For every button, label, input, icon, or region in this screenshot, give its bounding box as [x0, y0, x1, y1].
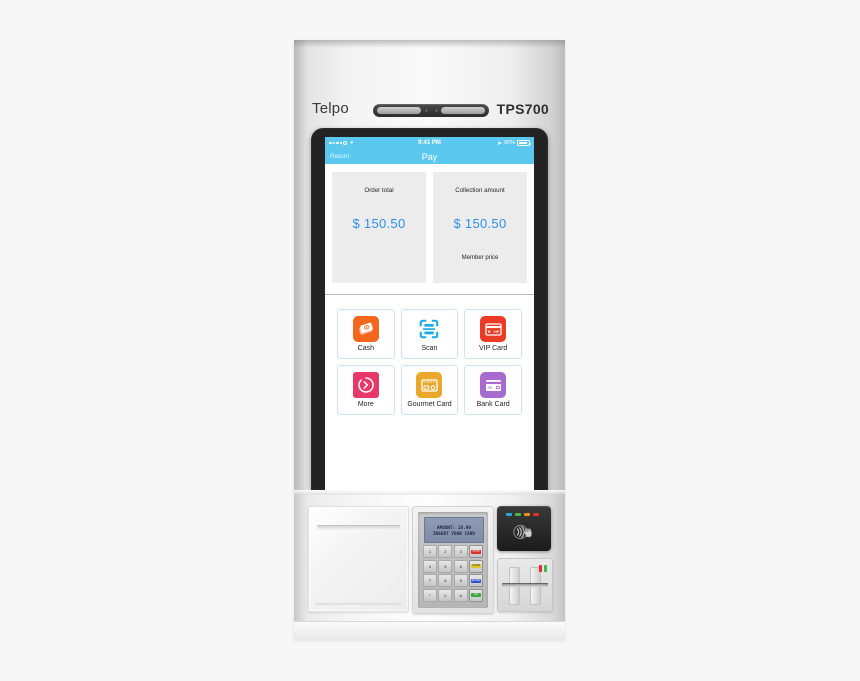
gourmet-card-icon: [416, 372, 443, 398]
page-title: Pay: [421, 151, 438, 162]
vip-card-icon: VIP: [480, 316, 507, 342]
payment-method-label: Scan: [421, 345, 438, 352]
contactless-nfc-reader[interactable]: [497, 506, 551, 551]
order-total-value: $ 150.50: [352, 216, 406, 231]
key-enter-label: ENTER: [471, 578, 481, 583]
key-stop-label: STOP: [471, 549, 481, 554]
pin-pad-lcd: AMOUNT: 18.99 INSERT YOUR CARD: [424, 517, 484, 543]
tablet-bezel: ◕ 9:41 PM ➤ 90% Return Pay Order total $…: [311, 128, 548, 518]
payment-method-cash[interactable]: Cash: [337, 309, 395, 359]
device-head-panel: Telpo TPS700 ◕ 9:41 PM ➤ 90% Return Pay …: [294, 40, 565, 518]
payment-method-grid: Cash Scan VIP VIP Card More Gourmet Card…: [325, 295, 534, 415]
key-8[interactable]: 8: [438, 574, 453, 587]
speaker-grille-left: [377, 107, 421, 114]
key-0[interactable]: 0: [438, 588, 453, 602]
key-1[interactable]: 1: [423, 545, 437, 558]
key-2[interactable]: 2: [438, 545, 453, 558]
receipt-printer-door[interactable]: [308, 506, 409, 612]
order-total-label: Order total: [364, 187, 394, 194]
payment-method-vip-card[interactable]: VIP VIP Card: [464, 309, 522, 359]
scan-qr-icon: [416, 316, 443, 342]
card-insert-slot: [502, 583, 548, 587]
payment-method-more[interactable]: More: [337, 365, 395, 415]
key-enter[interactable]: ENTER: [469, 574, 483, 587]
key-stop[interactable]: STOP: [469, 545, 483, 558]
light-sensor-icon: [435, 109, 438, 112]
bank-card-icon: [480, 372, 507, 398]
brand-logo: Telpo: [312, 100, 349, 117]
speaker-grille-right: [441, 107, 485, 114]
status-right-group: ➤ 90%: [496, 140, 531, 147]
location-arrow-icon: ➤: [496, 140, 502, 147]
contactless-hand-icon: [497, 522, 551, 547]
payment-method-scan[interactable]: Scan: [400, 309, 459, 359]
cash-banknotes-icon: [352, 316, 379, 342]
speaker-bar: [373, 104, 489, 117]
key-3[interactable]: 3: [453, 545, 468, 558]
battery-percent-label: 90%: [503, 140, 515, 146]
collection-amount-label: Collection amount: [455, 187, 505, 194]
payment-method-gourmet-card[interactable]: Gourmet Card: [400, 365, 459, 415]
pin-pad-face: AMOUNT: 18.99 INSERT YOUR CARD 1 2 3 STO…: [418, 512, 488, 608]
head-top-shadow: [294, 40, 565, 48]
key-5[interactable]: 5: [438, 559, 453, 573]
printer-door-lip: [315, 602, 402, 605]
order-total-card: Order total $ 150.50: [332, 172, 426, 283]
key-star[interactable]: *: [423, 588, 437, 602]
member-price-label: Member price: [461, 255, 499, 261]
svg-text:VIP: VIP: [493, 329, 499, 333]
tablet-screen: ◕ 9:41 PM ➤ 90% Return Pay Order total $…: [325, 137, 534, 501]
battery-icon: [517, 140, 531, 146]
nfc-led-green: [515, 513, 521, 516]
more-arrow-icon: [352, 372, 379, 398]
payment-method-label: Gourmet Card: [407, 401, 452, 408]
key-hash[interactable]: #: [453, 588, 468, 602]
reader-led-red: [539, 565, 542, 572]
key-6[interactable]: 6: [453, 559, 468, 573]
model-label: TPS700: [496, 101, 549, 117]
nfc-led-row: [506, 513, 539, 516]
collection-amount-card: Collection amount $ 150.50 Member price: [433, 172, 527, 283]
receipt-exit-slot: [317, 525, 400, 530]
nfc-led-blue: [506, 513, 512, 516]
device-lower-panel: AMOUNT: 18.99 INSERT YOUR CARD 1 2 3 STO…: [294, 490, 565, 640]
reader-led-green: [544, 565, 547, 572]
payment-method-label: VIP Card: [479, 345, 508, 352]
amount-panels: Order total $ 150.50 Collection amount $…: [325, 164, 534, 283]
payment-method-label: Cash: [357, 345, 374, 352]
key-ok[interactable]: OK: [469, 588, 483, 602]
payment-method-bank-card[interactable]: Bank Card: [464, 365, 522, 415]
nfc-led-red: [533, 513, 539, 516]
payment-method-label: Bank Card: [476, 401, 510, 408]
nfc-led-orange: [524, 513, 530, 516]
lcd-amount-line: AMOUNT: 18.99: [436, 524, 472, 530]
key-7[interactable]: 7: [423, 574, 437, 587]
lcd-prompt-line: INSERT YOUR CARD: [433, 530, 475, 536]
screenshot-canvas: Telpo TPS700 ◕ 9:41 PM ➤ 90% Return Pay …: [0, 0, 860, 681]
camera-sensor-icon: [425, 109, 428, 112]
key-4[interactable]: 4: [423, 559, 437, 573]
device-base-shelf: [294, 621, 565, 640]
reader-led-row: [539, 565, 547, 572]
app-nav-bar: Return Pay: [325, 149, 534, 164]
card-swipe-reader[interactable]: [497, 558, 553, 612]
pin-pad-keys: 1 2 3 STOP 4 5 6 CORR 7 8 9 ENTER * 0 # …: [423, 545, 483, 602]
payment-method-label: More: [357, 401, 374, 408]
lower-panel-lip: [294, 490, 565, 495]
key-9[interactable]: 9: [453, 574, 468, 587]
key-correct[interactable]: CORR: [469, 559, 483, 573]
telpo-kiosk-device: Telpo TPS700 ◕ 9:41 PM ➤ 90% Return Pay …: [294, 40, 565, 640]
ios-status-bar: ◕ 9:41 PM ➤ 90%: [325, 137, 534, 149]
pin-pad-module: AMOUNT: 18.99 INSERT YOUR CARD 1 2 3 STO…: [412, 506, 494, 614]
collection-amount-value: $ 150.50: [453, 216, 507, 231]
key-correct-label: CORR: [471, 564, 481, 568]
key-ok-label: OK: [471, 593, 481, 597]
